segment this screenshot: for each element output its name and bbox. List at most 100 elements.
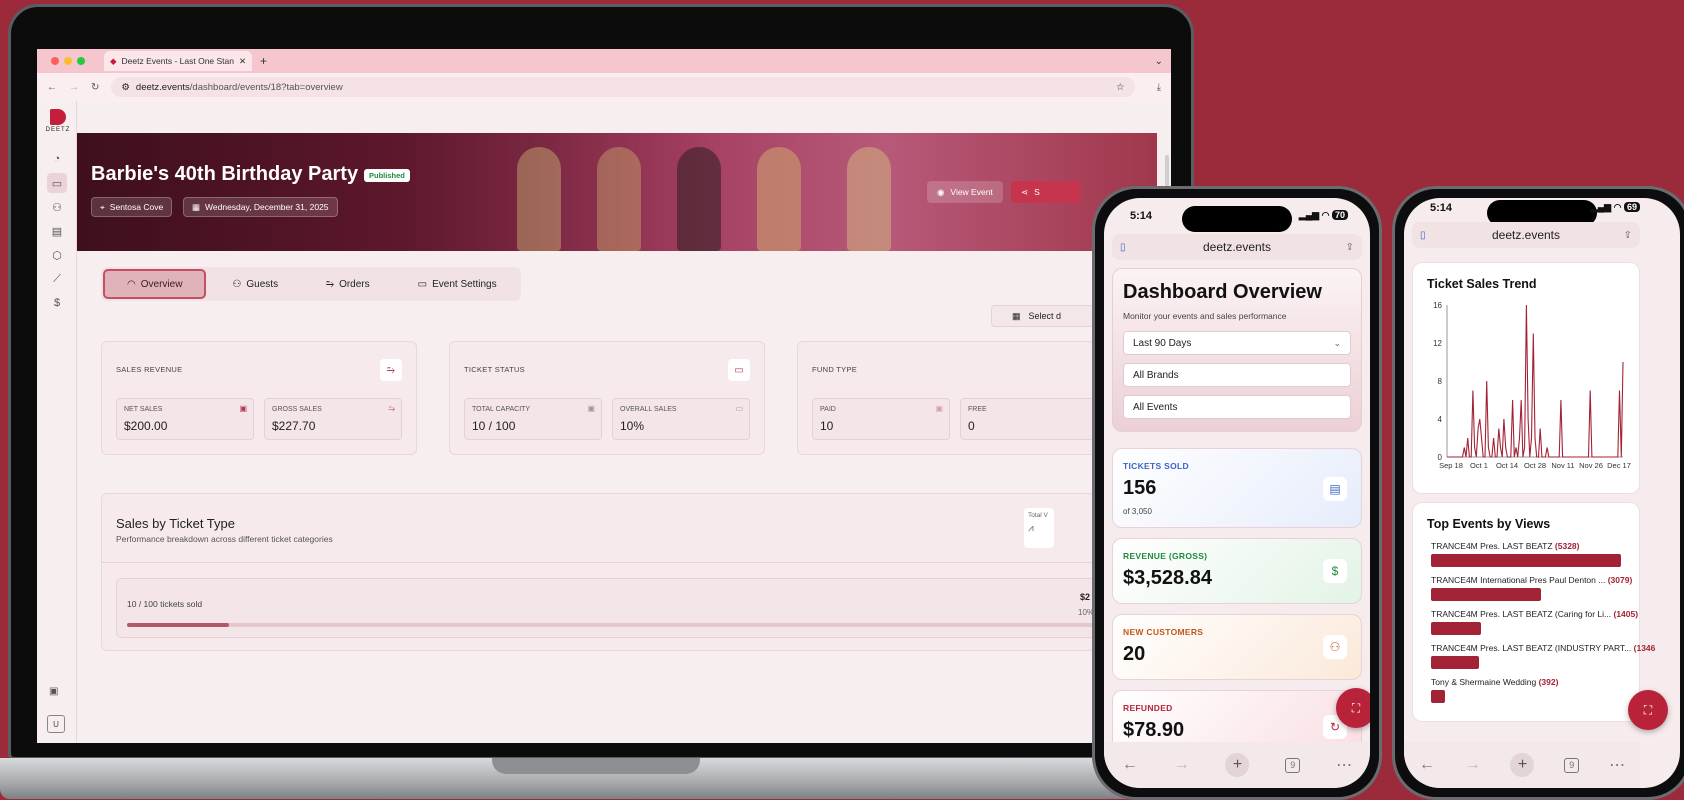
event-views: (5328) [1554,541,1580,551]
wallet-icon: ▣ [239,404,247,413]
user-avatar[interactable]: U [47,715,65,733]
revenue-card: REVENUE (GROSS) $3,528.84 $ [1112,538,1362,604]
stat-label: FREE [968,406,987,413]
view-event-button[interactable]: ◉ View Event [927,181,1003,203]
browser-window: ◆ Deetz Events - Last One Stan ✕ + ⌄ ← →… [37,49,1171,743]
share-button[interactable]: ⋖ S [1011,181,1081,203]
phone-url: deetz.events [1202,240,1272,254]
event-name: TRANCE4M Pres. LAST BEATZ (INDUSTRY PART… [1431,643,1663,653]
qr-icon: ⛶ [1643,702,1653,717]
more-icon[interactable]: ⋯ [1336,755,1352,775]
main-content: Barbie's 40th Birthday Party Published ⌖… [77,101,1171,743]
minimize-window-button[interactable] [64,57,72,65]
products-box-icon[interactable]: ⬡ [47,245,67,265]
select-value: Last 90 Days [1133,337,1192,349]
wifi-icon: ◠ [1321,210,1330,220]
qr-scan-button[interactable]: ⛶ [1336,688,1370,728]
close-tab-icon[interactable]: ✕ [239,56,246,67]
phone-toolbar: ← → + 9 ⋯ [1404,742,1640,788]
forward-icon[interactable]: → [69,82,79,93]
calendar-icon: ▦ [192,201,201,212]
y-tick-label: 16 [1433,301,1442,310]
sales-revenue-card: SALES REVENUE ⥲ NET SALES $200.00 ▣ GROS… [101,341,417,455]
event-views: (1346 [1633,643,1656,653]
tab-overview[interactable]: ◠ Overview [103,269,207,299]
reload-icon[interactable]: ↻ [91,82,99,93]
paid-stat: PAID 10 ▣ [812,398,950,440]
events-briefcase-icon[interactable]: ▭ [47,173,67,193]
new-tab-icon[interactable]: + [1225,753,1250,777]
tickets-sold-text: 10 / 100 tickets sold [127,599,203,609]
map-pin-icon: ⌖ [100,201,105,212]
forward-icon[interactable]: → [1174,756,1190,774]
address-bar[interactable]: ⚙ deetz.events/dashboard/events/18?tab=o… [111,77,1135,97]
phone-screen: 5:14 ▂▄▆ ◠ 70 ▯ deetz.events ⇪ Dashboard… [1104,198,1370,788]
ticket-amount: $2 [1080,592,1091,602]
signal-icon: ▂▄▆ [1590,202,1612,212]
date-text: Wednesday, December 31, 2025 [205,202,329,212]
activity-icon: ⩘ [1028,523,1034,534]
ticket-progress-bar [127,623,1147,627]
more-icon[interactable]: ⋯ [1609,755,1625,775]
tab-event-settings[interactable]: ▭ Event Settings [396,269,519,299]
date-range-label: Select d [1028,311,1062,321]
tab-orders[interactable]: ⥲ Orders [304,269,392,299]
reader-icon[interactable]: ▯ [1420,230,1426,241]
tickets-sold-card: TICKETS SOLD 156 of 3,050 ▤ [1112,448,1362,528]
event-title: TRANCE4M Pres. LAST BEATZ (Caring for Li… [1431,609,1614,619]
browser-tab[interactable]: ◆ Deetz Events - Last One Stan ✕ [104,51,252,71]
stat-value: 10 / 100 [472,419,516,433]
ticket-status-card: TICKET STATUS ▭ TOTAL CAPACITY 10 / 100 … [449,341,765,455]
bookmark-star-icon[interactable]: ☆ [1116,82,1125,93]
tickets-icon[interactable]: ▤ [47,221,67,241]
event-title: Barbie's 40th Birthday Party [91,163,359,185]
back-icon[interactable]: ← [1419,756,1435,774]
tab-list-chevron-icon[interactable]: ⌄ [1155,56,1163,67]
fund-type-card: FUND TYPE PAID 10 ▣ FREE 0 [797,341,1113,455]
status-badge: Published [364,169,410,182]
wallet-icon: ▣ [587,404,595,413]
back-icon[interactable]: ← [47,82,57,93]
new-tab-icon[interactable]: + [1510,753,1535,777]
analytics-chart-icon[interactable]: ⟋ [47,269,67,289]
date-range-select[interactable]: Last 90 Days ⌄ [1123,331,1351,355]
collapse-sidebar-icon[interactable]: ▣ [49,686,58,697]
tabs-button[interactable]: 9 [1285,757,1301,773]
new-tab-icon[interactable]: + [260,54,267,68]
phone-screen: 5:14 ▂▄▆ ◠ 69 ▯ deetz.events ⇪ Ticket Sa… [1404,198,1680,788]
phone-address-bar[interactable]: ▯ deetz.events ⇪ [1412,222,1640,248]
tabs-button[interactable]: 9 [1564,757,1580,773]
event-views-bar [1431,656,1479,669]
forward-icon[interactable]: → [1465,756,1481,774]
qr-scan-button[interactable]: ⛶ [1628,690,1668,730]
payouts-dollar-icon[interactable]: $ [47,293,67,313]
y-tick-label: 4 [1438,415,1443,424]
events-select[interactable]: All Events [1123,395,1351,419]
briefcase-icon: ▭ [728,359,750,381]
tab-guests[interactable]: ⚇ Guests [210,269,300,299]
dashboard-gauge-icon[interactable]: ◔ [47,149,67,169]
download-icon[interactable]: ⤓ [1157,82,1161,93]
users-icon[interactable]: ⚇ [47,197,67,217]
ticket-type-row: 10 / 100 tickets sold [116,578,1156,638]
stat-value: 0 [968,419,975,433]
status-icons: ▂▄▆ ◠ 70 [1299,210,1348,221]
event-name: TRANCE4M Pres. LAST BEATZ (Caring for Li… [1431,609,1663,619]
stat-value: $200.00 [124,419,168,433]
user-icon: ⚇ [1323,635,1347,659]
share-icon[interactable]: ⇪ [1346,242,1354,253]
tab-label: Guests [246,278,279,290]
status-time: 5:14 [1130,210,1153,222]
site-info-icon[interactable]: ⚙ [121,82,130,93]
event-title: TRANCE4M Pres. LAST BEATZ (INDUSTRY PART… [1431,643,1634,653]
deetz-logo[interactable]: DEETZ [44,109,72,133]
share-icon[interactable]: ⇪ [1624,230,1632,241]
phone-address-bar[interactable]: ▯ deetz.events ⇪ [1112,234,1362,260]
battery-level: 69 [1623,202,1640,212]
close-window-button[interactable] [51,57,59,65]
reader-icon[interactable]: ▯ [1120,242,1126,253]
metric-subtext: of 3,050 [1123,507,1152,516]
maximize-window-button[interactable] [77,57,85,65]
brands-select[interactable]: All Brands [1123,363,1351,387]
back-icon[interactable]: ← [1122,756,1138,774]
